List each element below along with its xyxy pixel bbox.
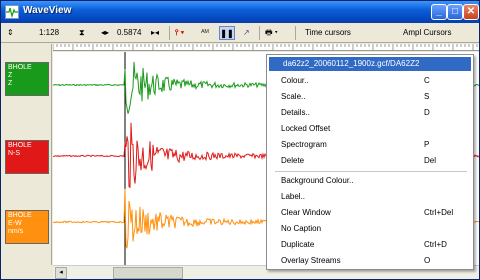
menu-item-overlay-streams[interactable]: Overlay Streams O [269, 253, 471, 269]
width-value: 0.5874 [117, 28, 142, 37]
channel-label-z[interactable]: BHOLE Z Z [5, 62, 49, 96]
scroll-left-arrow-icon[interactable]: ◂ [55, 267, 67, 279]
channel-station: BHOLE [8, 212, 32, 219]
menu-item-locked-offset[interactable]: Locked Offset [269, 121, 471, 137]
window-title: WaveView [23, 5, 72, 16]
menu-item-scale[interactable]: Scale.. S [269, 89, 471, 105]
menu-item-shortcut: O [424, 256, 431, 265]
stretch-horizontal-icon[interactable]: ◂▸ [101, 26, 109, 40]
ampl-cursors-button[interactable]: Ampl Cursors [403, 26, 451, 40]
menu-item-details[interactable]: Details.. D [269, 105, 471, 121]
menu-item-shortcut: P [424, 140, 430, 149]
menu-item-shortcut: Del [424, 156, 437, 165]
print-icon[interactable]: 🖶 ▾ [265, 26, 278, 40]
menu-item-label: No Caption [281, 224, 322, 233]
channel-label-column: BHOLE Z Z BHOLE N-S BHOLE E-W nm/s [2, 44, 52, 265]
menu-item-shortcut: C [424, 76, 430, 85]
channel-component: E-W [8, 220, 22, 227]
menu-item-duplicate[interactable]: Duplicate Ctrl+D [269, 237, 471, 253]
toolbar-separator [259, 26, 260, 40]
menu-item-label: Locked Offset [281, 124, 331, 133]
menu-separator [275, 171, 467, 172]
toolbar: ⇕ 1:128 ⧗ ◂▸ 0.5874 ▸◂ ⫯ ▾ ᴬᴹ ❚❚ ↗ 🖶 ▾ T… [1, 23, 479, 43]
context-menu-stream-name[interactable]: da62z2_20060112_1900z.gcf/DA62Z2 [269, 57, 471, 71]
menu-item-delete[interactable]: Delete Del [269, 153, 471, 169]
maximize-button[interactable]: □ [447, 4, 463, 20]
time-ruler [52, 44, 479, 51]
context-menu: da62z2_20060112_1900z.gcf/DA62Z2 Colour.… [266, 54, 474, 270]
menu-item-label: Delete [281, 156, 305, 165]
menu-item-label: Background Colour.. [281, 176, 354, 185]
menu-item-no-caption[interactable]: No Caption [269, 221, 471, 237]
menu-item-colour[interactable]: Colour.. C [269, 73, 471, 89]
title-bar[interactable]: WaveView _ □ ✕ [1, 1, 479, 23]
menu-item-label: Scale.. [281, 92, 306, 101]
menu-item-label: Label.. [281, 192, 306, 201]
close-button[interactable]: ✕ [463, 4, 479, 20]
scrollbar-thumb[interactable] [113, 267, 183, 279]
pick-tool-icon[interactable]: ⫯ ▾ [175, 26, 184, 40]
channel-label-ns[interactable]: BHOLE N-S [5, 140, 49, 174]
pause-button[interactable]: ❚❚ [219, 26, 235, 40]
toolbar-separator [169, 26, 170, 40]
zoom-value: 1:128 [39, 28, 60, 37]
time-cursors-button[interactable]: Time cursors [305, 26, 351, 40]
menu-item-label: Colour.. [281, 76, 309, 85]
menu-item-clear-window[interactable]: Clear Window Ctrl+Del [269, 205, 471, 221]
zoom-vertical-icon[interactable]: ⇕ [7, 26, 14, 40]
filter-tool-icon[interactable]: ↗ [243, 26, 250, 40]
channel-component: Z [8, 72, 13, 79]
channel-extra: Z [8, 80, 13, 87]
channel-label-ew[interactable]: BHOLE E-W nm/s [5, 210, 49, 244]
waveview-app-icon [5, 5, 19, 19]
minimize-button[interactable]: _ [431, 4, 447, 20]
waveform-tool-icon[interactable]: ᴬᴹ [201, 26, 209, 40]
fit-horizontal-icon[interactable]: ▸◂ [151, 26, 159, 40]
channel-station: BHOLE [8, 142, 32, 149]
toolbar-separator [295, 26, 296, 40]
waveview-window: WaveView _ □ ✕ ⇕ 1:128 ⧗ ◂▸ 0.5874 ▸◂ ⫯ … [0, 0, 480, 280]
menu-item-shortcut: D [424, 108, 430, 117]
menu-item-label: Overlay Streams [281, 256, 341, 265]
channel-component: N-S [8, 150, 21, 157]
channel-unit: nm/s [8, 228, 24, 235]
menu-item-label[interactable]: Label.. [269, 189, 471, 205]
menu-item-shortcut: Ctrl+D [424, 240, 447, 249]
menu-item-shortcut: S [424, 92, 430, 101]
menu-item-background-colour[interactable]: Background Colour.. [269, 173, 471, 189]
menu-item-label: Clear Window [281, 208, 331, 217]
hourglass-icon[interactable]: ⧗ [79, 26, 85, 40]
menu-item-label: Spectrogram [281, 140, 327, 149]
menu-item-label: Duplicate [281, 240, 315, 249]
menu-item-spectrogram[interactable]: Spectrogram P [269, 137, 471, 153]
channel-station: BHOLE [8, 64, 32, 71]
menu-item-label: Details.. [281, 108, 310, 117]
menu-item-shortcut: Ctrl+Del [424, 208, 454, 217]
